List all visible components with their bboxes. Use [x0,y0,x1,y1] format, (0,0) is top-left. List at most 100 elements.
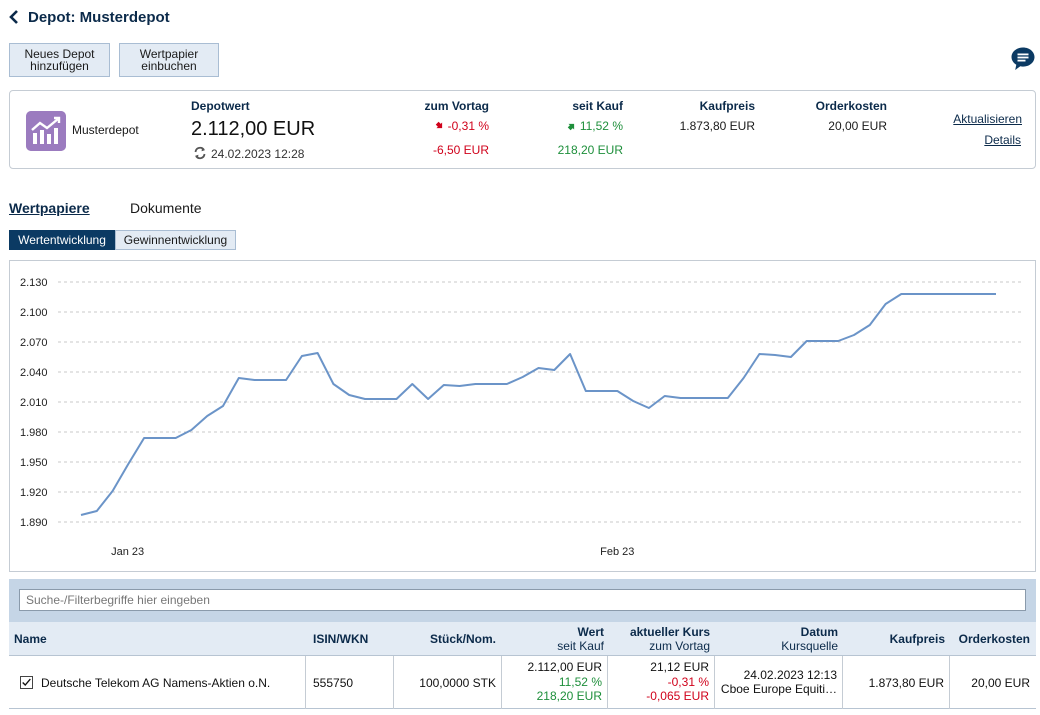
data-point[interactable] [977,291,983,297]
data-point[interactable] [772,352,778,358]
data-point[interactable] [157,435,163,441]
details-link[interactable]: Details [890,133,1021,147]
column-header-stueck[interactable]: Stück/Nom. [430,632,496,646]
data-point[interactable] [993,291,999,297]
data-point[interactable] [867,322,873,328]
depot-value-line[interactable] [80,293,996,516]
data-point[interactable] [188,427,194,433]
data-point[interactable] [425,396,431,402]
subtab-gewinnentwicklung[interactable]: Gewinnentwicklung [115,230,236,250]
security-stueck: 100,0000 STK [419,676,496,690]
data-point[interactable] [409,381,415,387]
data-point[interactable] [252,377,258,383]
data-point[interactable] [819,338,825,344]
column-header-wert[interactable]: Wert [578,625,604,639]
subtab-wertentwicklung[interactable]: Wertentwicklung [9,230,115,250]
data-point[interactable] [709,395,715,401]
cell-orderkosten: 20,00 EUR [950,656,1036,709]
column-header-name[interactable]: Name [14,632,47,646]
data-point[interactable] [662,393,668,399]
depotwert-value: 2.112,00 EUR [191,118,316,140]
depot-summary-card: Musterdepot Depotwert 2.112,00 EUR 24.02… [9,90,1036,169]
table-row[interactable]: Deutsche Telekom AG Namens-Aktien o.N. 5… [9,656,1036,709]
data-point[interactable] [946,291,952,297]
data-point[interactable] [299,353,305,359]
data-point[interactable] [520,374,526,380]
data-point[interactable] [220,403,226,409]
data-point[interactable] [646,405,652,411]
data-point[interactable] [693,395,699,401]
column-header-kaufpreis[interactable]: Kaufpreis [890,632,945,646]
data-point[interactable] [835,338,841,344]
cell-datum: 24.02.2023 12:13 Cboe Europe Equiti… [715,656,843,709]
data-point[interactable] [788,354,794,360]
depot-name: Musterdepot [72,123,139,137]
orderkosten-label: Orderkosten [815,99,887,113]
data-point[interactable] [914,291,920,297]
depot-chart-icon [26,111,66,151]
data-point[interactable] [851,332,857,338]
back-link[interactable]: Depot: Musterdepot [8,6,170,28]
data-point[interactable] [677,395,683,401]
data-point[interactable] [315,350,321,356]
tab-dokumente[interactable]: Dokumente [130,200,202,216]
page-title: Depot: Musterdepot [28,8,170,26]
security-wert-pct: 11,52 % [558,675,602,689]
tab-wertpapiere[interactable]: Wertpapiere [9,200,90,216]
filter-input[interactable] [19,589,1026,611]
vortag-label: zum Vortag [424,99,489,113]
data-point[interactable] [236,375,242,381]
arrow-up-right-icon [567,123,574,131]
y-tick-label: 1.980 [20,427,48,439]
data-point[interactable] [362,396,368,402]
column-header-orderkosten[interactable]: Orderkosten [959,632,1030,646]
data-point[interactable] [94,508,100,514]
data-point[interactable] [567,351,573,357]
data-point[interactable] [504,381,510,387]
security-name[interactable]: Deutsche Telekom AG Namens-Aktien o.N. [41,676,270,690]
data-point[interactable] [110,488,116,494]
data-point[interactable] [141,435,147,441]
column-header-isin[interactable]: ISIN/WKN [313,632,368,646]
data-point[interactable] [267,377,273,383]
add-depot-button[interactable]: Neues Depot hinzufügen [9,43,110,77]
data-point[interactable] [378,396,384,402]
data-point[interactable] [883,301,889,307]
data-point[interactable] [330,381,336,387]
data-point[interactable] [125,461,131,467]
data-point[interactable] [630,398,636,404]
y-tick-label: 1.950 [20,457,48,469]
chat-icon[interactable] [1010,46,1036,72]
row-checkbox[interactable] [20,676,33,689]
data-point[interactable] [283,377,289,383]
data-point[interactable] [756,351,762,357]
data-point[interactable] [930,291,936,297]
y-tick-label: 1.920 [20,487,48,499]
column-header-datum[interactable]: Datum [801,625,838,639]
data-point[interactable] [614,388,620,394]
cell-kaufpreis: 1.873,80 EUR [843,656,950,709]
data-point[interactable] [173,435,179,441]
data-point[interactable] [78,512,84,518]
data-point[interactable] [394,396,400,402]
data-point[interactable] [457,383,463,389]
data-point[interactable] [472,381,478,387]
data-point[interactable] [725,395,731,401]
book-security-button[interactable]: Wertpapier einbuchen [119,43,219,77]
data-point[interactable] [583,388,589,394]
data-point[interactable] [599,388,605,394]
data-point[interactable] [488,381,494,387]
data-point[interactable] [804,338,810,344]
data-point[interactable] [346,392,352,398]
data-point[interactable] [961,291,967,297]
data-point[interactable] [741,375,747,381]
refresh-link[interactable]: Aktualisieren [890,112,1022,126]
data-point[interactable] [536,365,542,371]
data-point[interactable] [204,413,210,419]
data-point[interactable] [898,291,904,297]
security-orderkosten: 20,00 EUR [971,676,1030,690]
data-point[interactable] [441,382,447,388]
column-header-kurs[interactable]: aktueller Kurs [630,625,710,639]
data-point[interactable] [551,367,557,373]
x-tick-label: Jan 23 [111,546,144,558]
